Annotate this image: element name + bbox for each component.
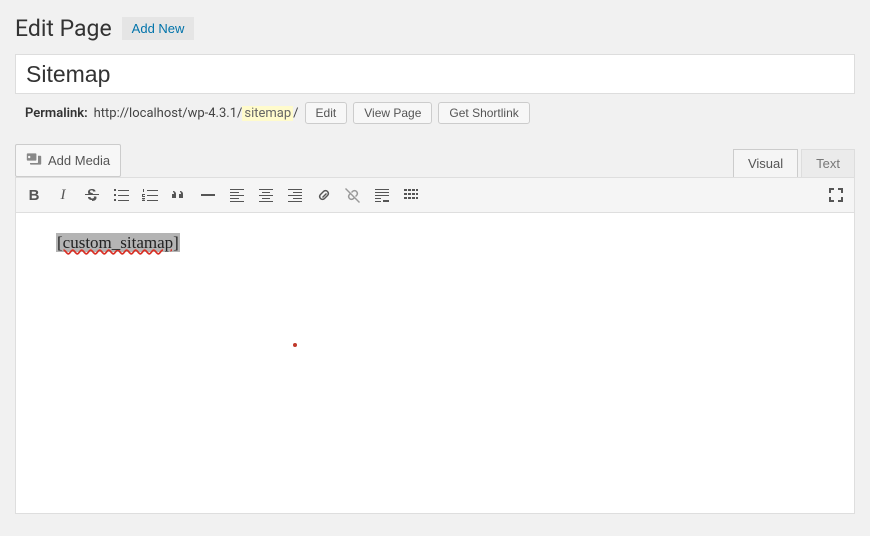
add-new-button[interactable]: Add New [122,17,195,40]
editor-container: B I [custom_sitamap] [15,177,855,514]
tab-visual[interactable]: Visual [733,149,798,177]
page-title: Edit Page [15,15,112,42]
shortcode-text: [custom_sitamap] [56,233,180,252]
bold-icon[interactable]: B [20,181,48,209]
permalink-url-text: http://localhost/wp-4.3.1/sitemap/ [94,106,299,121]
view-page-button[interactable]: View Page [353,102,432,124]
more-icon[interactable] [368,181,396,209]
permalink-row: Permalink: http://localhost/wp-4.3.1/sit… [15,102,855,124]
fullscreen-icon[interactable] [822,181,850,209]
add-media-button[interactable]: Add Media [15,144,121,177]
blockquote-icon[interactable] [165,181,193,209]
align-left-icon[interactable] [223,181,251,209]
unlink-icon[interactable] [339,181,367,209]
strikethrough-icon[interactable] [78,181,106,209]
bullet-list-icon[interactable] [107,181,135,209]
tab-text[interactable]: Text [801,149,855,177]
editor-content[interactable]: [custom_sitamap] [16,213,854,513]
align-center-icon[interactable] [252,181,280,209]
get-shortlink-button[interactable]: Get Shortlink [438,102,529,124]
align-right-icon[interactable] [281,181,309,209]
toolbar-toggle-icon[interactable] [397,181,425,209]
hr-icon[interactable] [194,181,222,209]
permalink-label: Permalink: [25,106,88,121]
title-input[interactable] [15,54,855,94]
link-icon[interactable] [310,181,338,209]
italic-icon[interactable]: I [49,181,77,209]
numbered-list-icon[interactable] [136,181,164,209]
media-icon [26,151,42,170]
permalink-slug: sitemap [242,106,293,121]
tinymce-toolbar: B I [16,178,854,213]
red-dot-marker [293,343,297,347]
edit-permalink-button[interactable]: Edit [305,102,348,124]
add-media-label: Add Media [48,153,110,168]
